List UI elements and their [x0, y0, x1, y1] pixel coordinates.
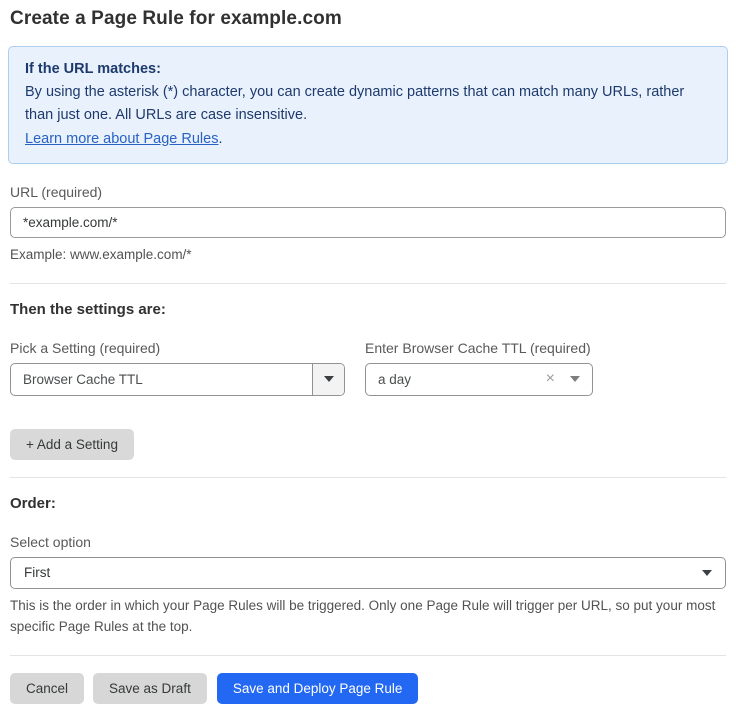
- url-match-info-box: If the URL matches: By using the asteris…: [8, 46, 728, 164]
- info-box-body: By using the asterisk (*) character, you…: [25, 81, 711, 127]
- order-select-group: Select option First This is the order in…: [10, 534, 726, 638]
- settings-section-heading: Then the settings are:: [10, 301, 726, 318]
- chevron-down-icon: [324, 376, 334, 382]
- divider: [10, 655, 726, 656]
- setting-picker-label: Pick a Setting (required): [10, 340, 345, 356]
- ttl-picker-group: Enter Browser Cache TTL (required) a day…: [365, 340, 593, 396]
- actions-row: Cancel Save as Draft Save and Deploy Pag…: [10, 673, 726, 704]
- url-field-group: URL (required) Example: www.example.com/…: [10, 184, 726, 266]
- link-suffix: .: [218, 131, 222, 147]
- divider: [10, 477, 726, 478]
- page-title: Create a Page Rule for example.com: [10, 8, 726, 30]
- ttl-picker-select[interactable]: a day ×: [365, 363, 593, 396]
- save-and-deploy-button[interactable]: Save and Deploy Page Rule: [217, 673, 419, 704]
- setting-picker-value: Browser Cache TTL: [11, 364, 312, 395]
- order-select-value: First: [24, 565, 50, 580]
- order-section-heading: Order:: [10, 495, 726, 512]
- setting-picker-group: Pick a Setting (required) Browser Cache …: [10, 340, 345, 396]
- chevron-down-icon: [570, 376, 580, 382]
- settings-row: Pick a Setting (required) Browser Cache …: [10, 340, 726, 396]
- clear-icon[interactable]: ×: [546, 371, 555, 387]
- order-select[interactable]: First: [10, 557, 726, 589]
- add-setting-button[interactable]: + Add a Setting: [10, 429, 134, 460]
- ttl-picker-label: Enter Browser Cache TTL (required): [365, 340, 593, 356]
- info-box-heading: If the URL matches:: [25, 58, 711, 81]
- ttl-picker-icons: ×: [546, 371, 580, 387]
- chevron-down-icon: [702, 570, 712, 576]
- info-box-link-line: Learn more about Page Rules.: [25, 128, 711, 151]
- url-field-label: URL (required): [10, 184, 726, 200]
- order-select-label: Select option: [10, 534, 726, 550]
- ttl-picker-value: a day: [378, 372, 411, 387]
- url-input[interactable]: [10, 207, 726, 238]
- setting-picker-arrow-button[interactable]: [312, 364, 344, 395]
- order-helper-text: This is the order in which your Page Rul…: [10, 596, 726, 638]
- cancel-button[interactable]: Cancel: [10, 673, 84, 704]
- url-field-helper: Example: www.example.com/*: [10, 245, 726, 266]
- divider: [10, 283, 726, 284]
- save-as-draft-button[interactable]: Save as Draft: [93, 673, 207, 704]
- info-box-body-text: By using the asterisk (*) character, you…: [25, 84, 684, 123]
- learn-more-link[interactable]: Learn more about Page Rules: [25, 131, 218, 147]
- setting-picker-select[interactable]: Browser Cache TTL: [10, 363, 345, 396]
